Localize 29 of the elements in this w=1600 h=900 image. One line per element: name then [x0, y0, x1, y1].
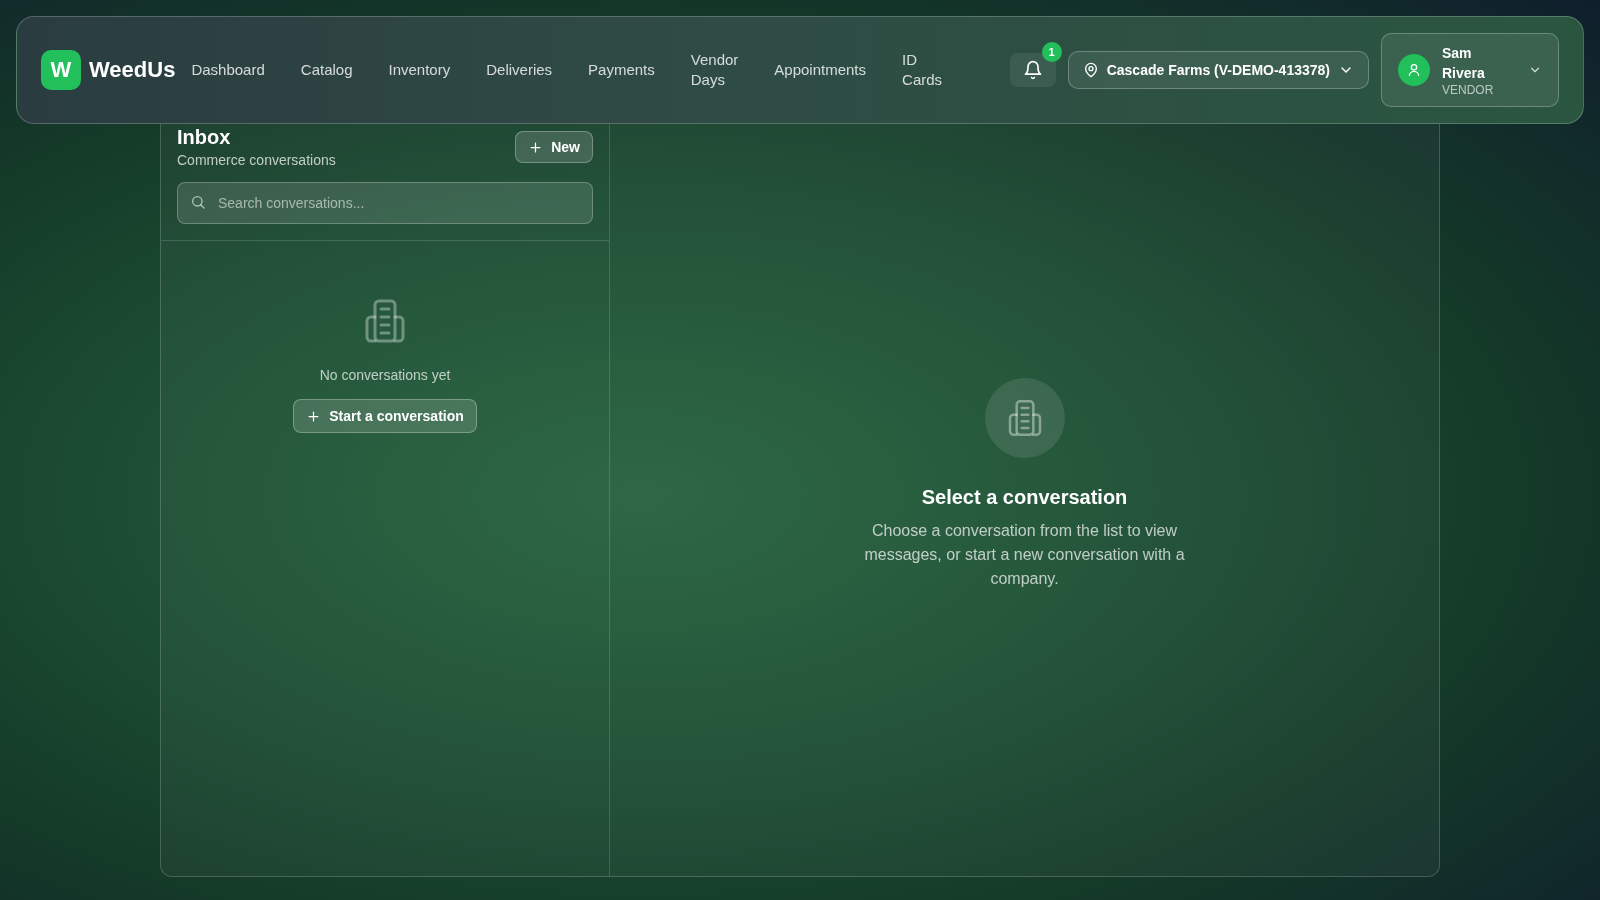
nav-link[interactable]: ID Cards: [902, 50, 943, 90]
nav-link[interactable]: Appointments: [774, 60, 867, 80]
plus-icon: [306, 408, 322, 424]
location-name: Cascade Farms (V-DEMO-413378): [1106, 62, 1330, 78]
notification-count: 1: [1041, 42, 1062, 62]
nav-link[interactable]: Catalog: [300, 60, 353, 80]
nav-link[interactable]: Dashboard: [191, 60, 265, 80]
avatar-icon: [1398, 54, 1430, 86]
logo-icon: W: [41, 50, 81, 90]
empty-state-text: Choose a conversation from the list to view messages, or start a new conversation with a company.: [863, 521, 1186, 589]
bell-icon: [1022, 60, 1043, 80]
user-name: Sam Rivera: [1442, 44, 1486, 83]
location-selector[interactable]: Cascade Farms (V-DEMO-413378): [1067, 51, 1369, 89]
user-menu[interactable]: Sam Rivera VENDOR: [1381, 33, 1559, 107]
nav-link[interactable]: Vendor Days: [690, 50, 739, 90]
brand-name: WeedUs: [89, 57, 176, 83]
inbox-subtitle: Commerce conversations: [177, 152, 336, 168]
nav-link[interactable]: Deliveries: [486, 60, 553, 80]
user-role: VENDOR: [1442, 83, 1495, 97]
inbox-title: Inbox: [177, 125, 232, 149]
search-icon: [190, 194, 206, 210]
nav-link[interactable]: Inventory: [388, 60, 451, 80]
start-conversation-button[interactable]: Start a conversation: [293, 399, 477, 433]
map-pin-icon: [1082, 62, 1099, 78]
new-button[interactable]: New: [515, 131, 593, 163]
plus-icon: [528, 139, 544, 155]
nav-link[interactable]: Payments: [588, 60, 655, 80]
empty-state-text: No conversations yet: [319, 367, 451, 383]
empty-state-title: Select a conversation: [921, 486, 1128, 509]
